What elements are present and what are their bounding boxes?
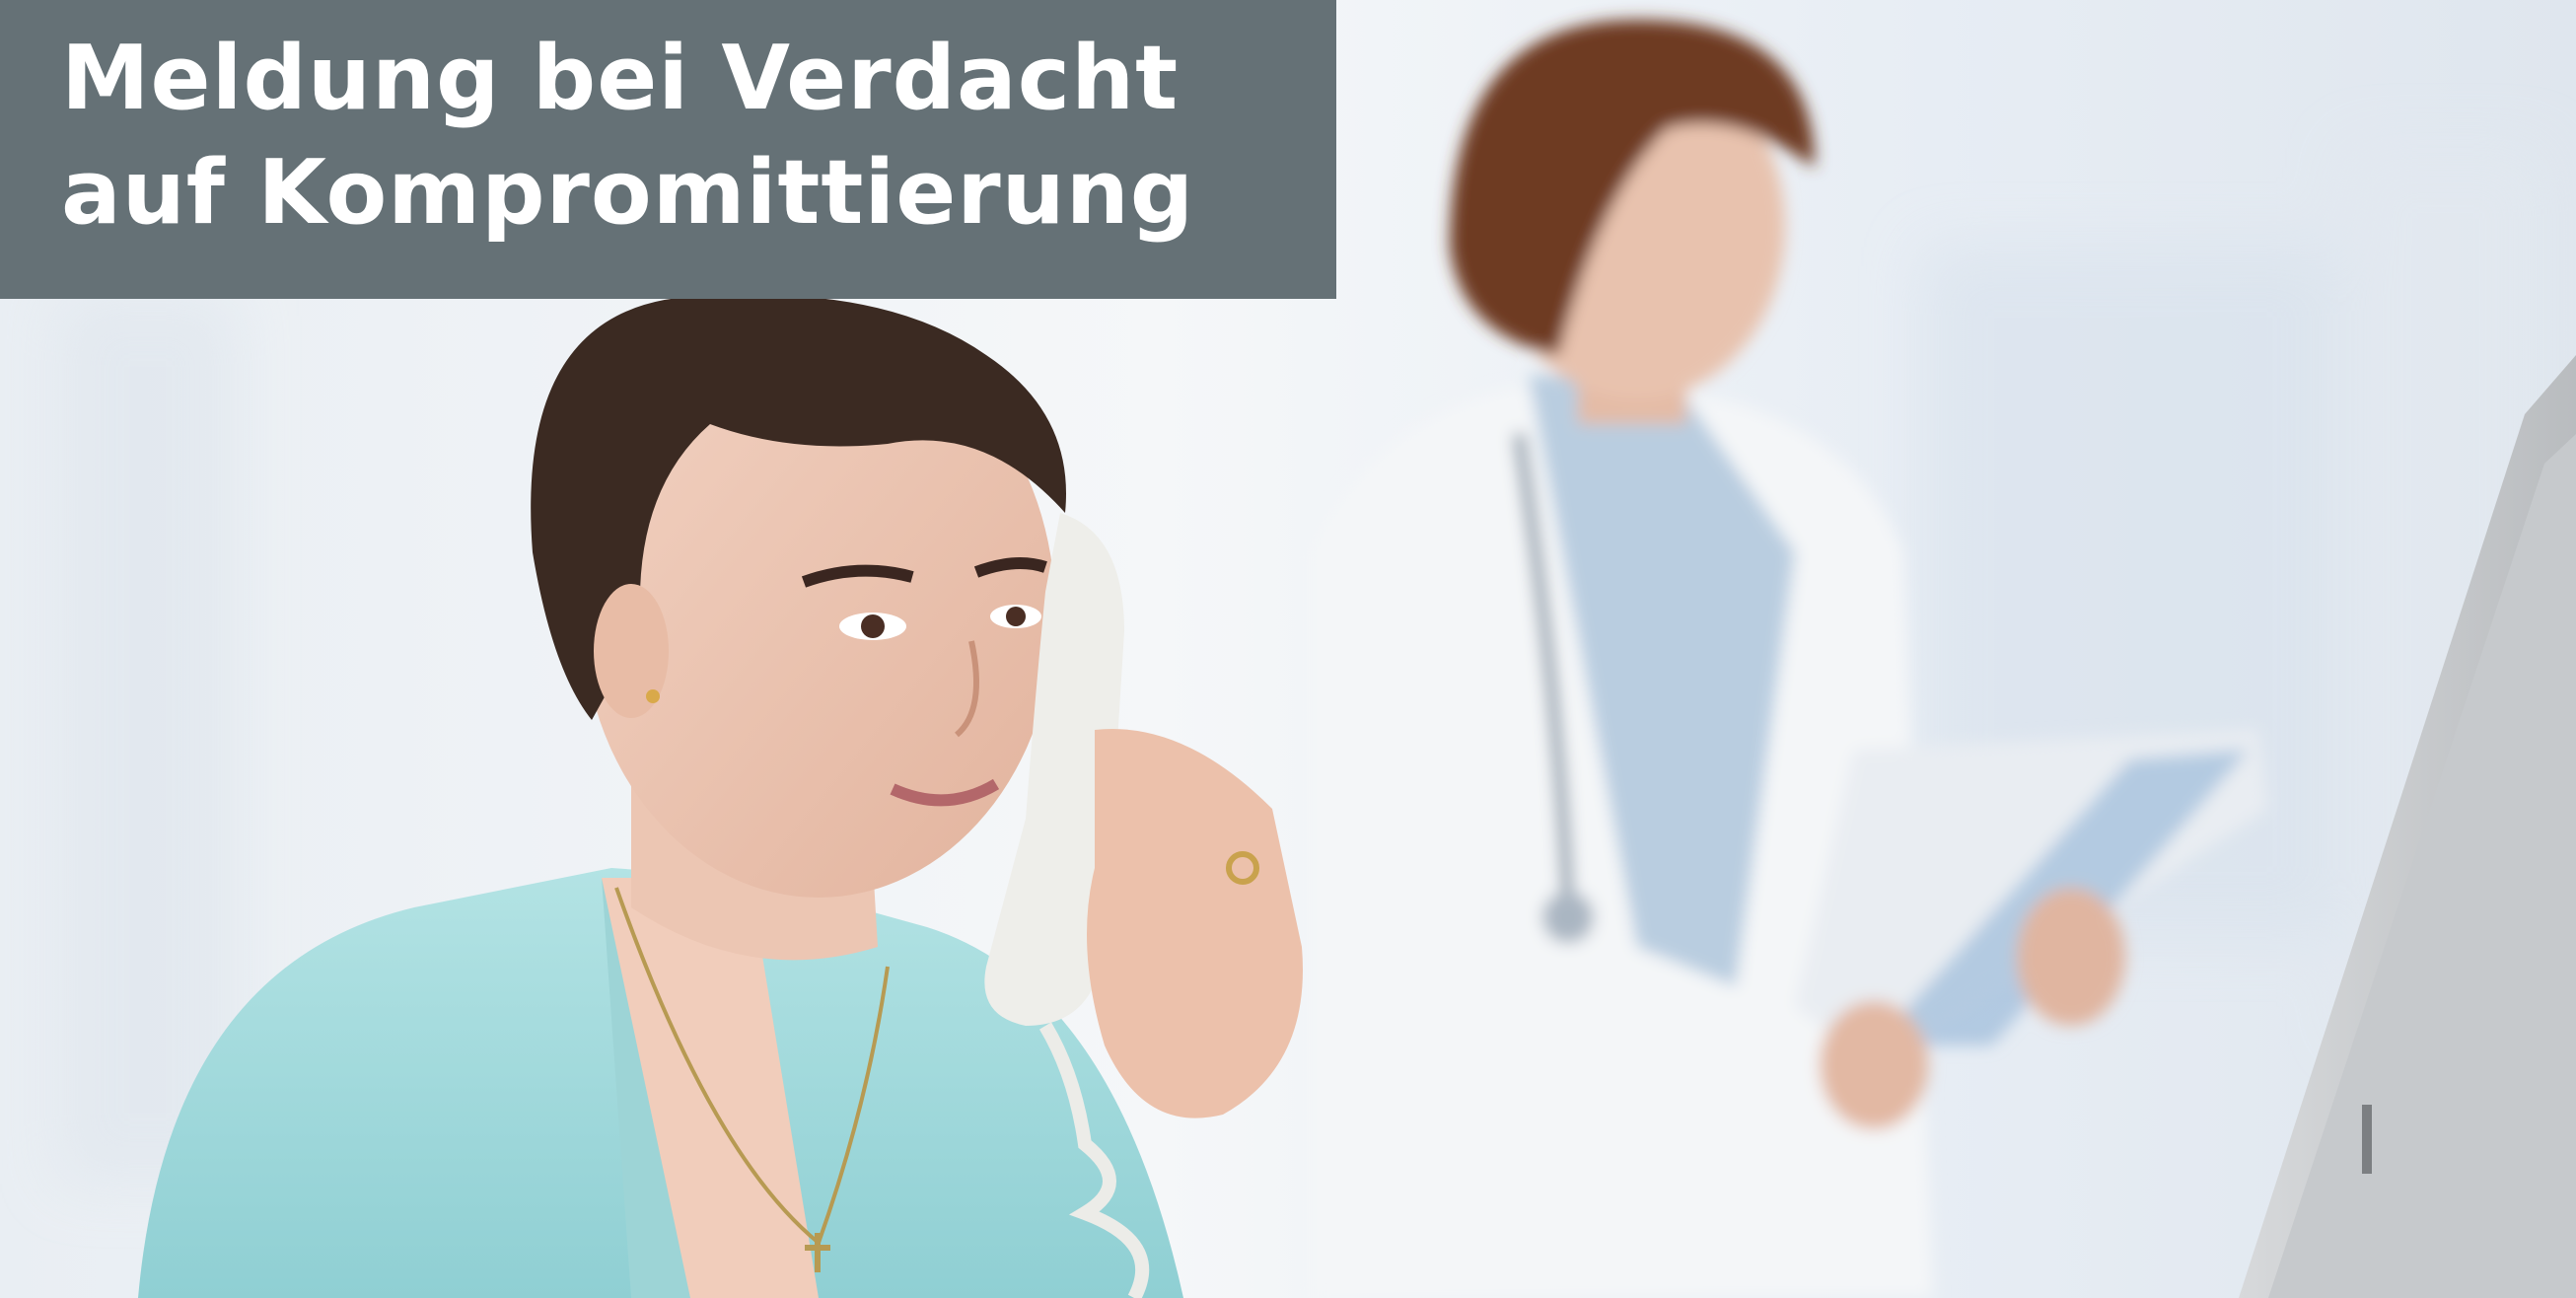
headline-banner: Meldung bei Verdacht auf Kompromittierun… — [0, 0, 1336, 299]
headline-line-2: auf Kompromittierung — [61, 141, 1195, 245]
headline-line-1: Meldung bei Verdacht — [61, 27, 1180, 130]
